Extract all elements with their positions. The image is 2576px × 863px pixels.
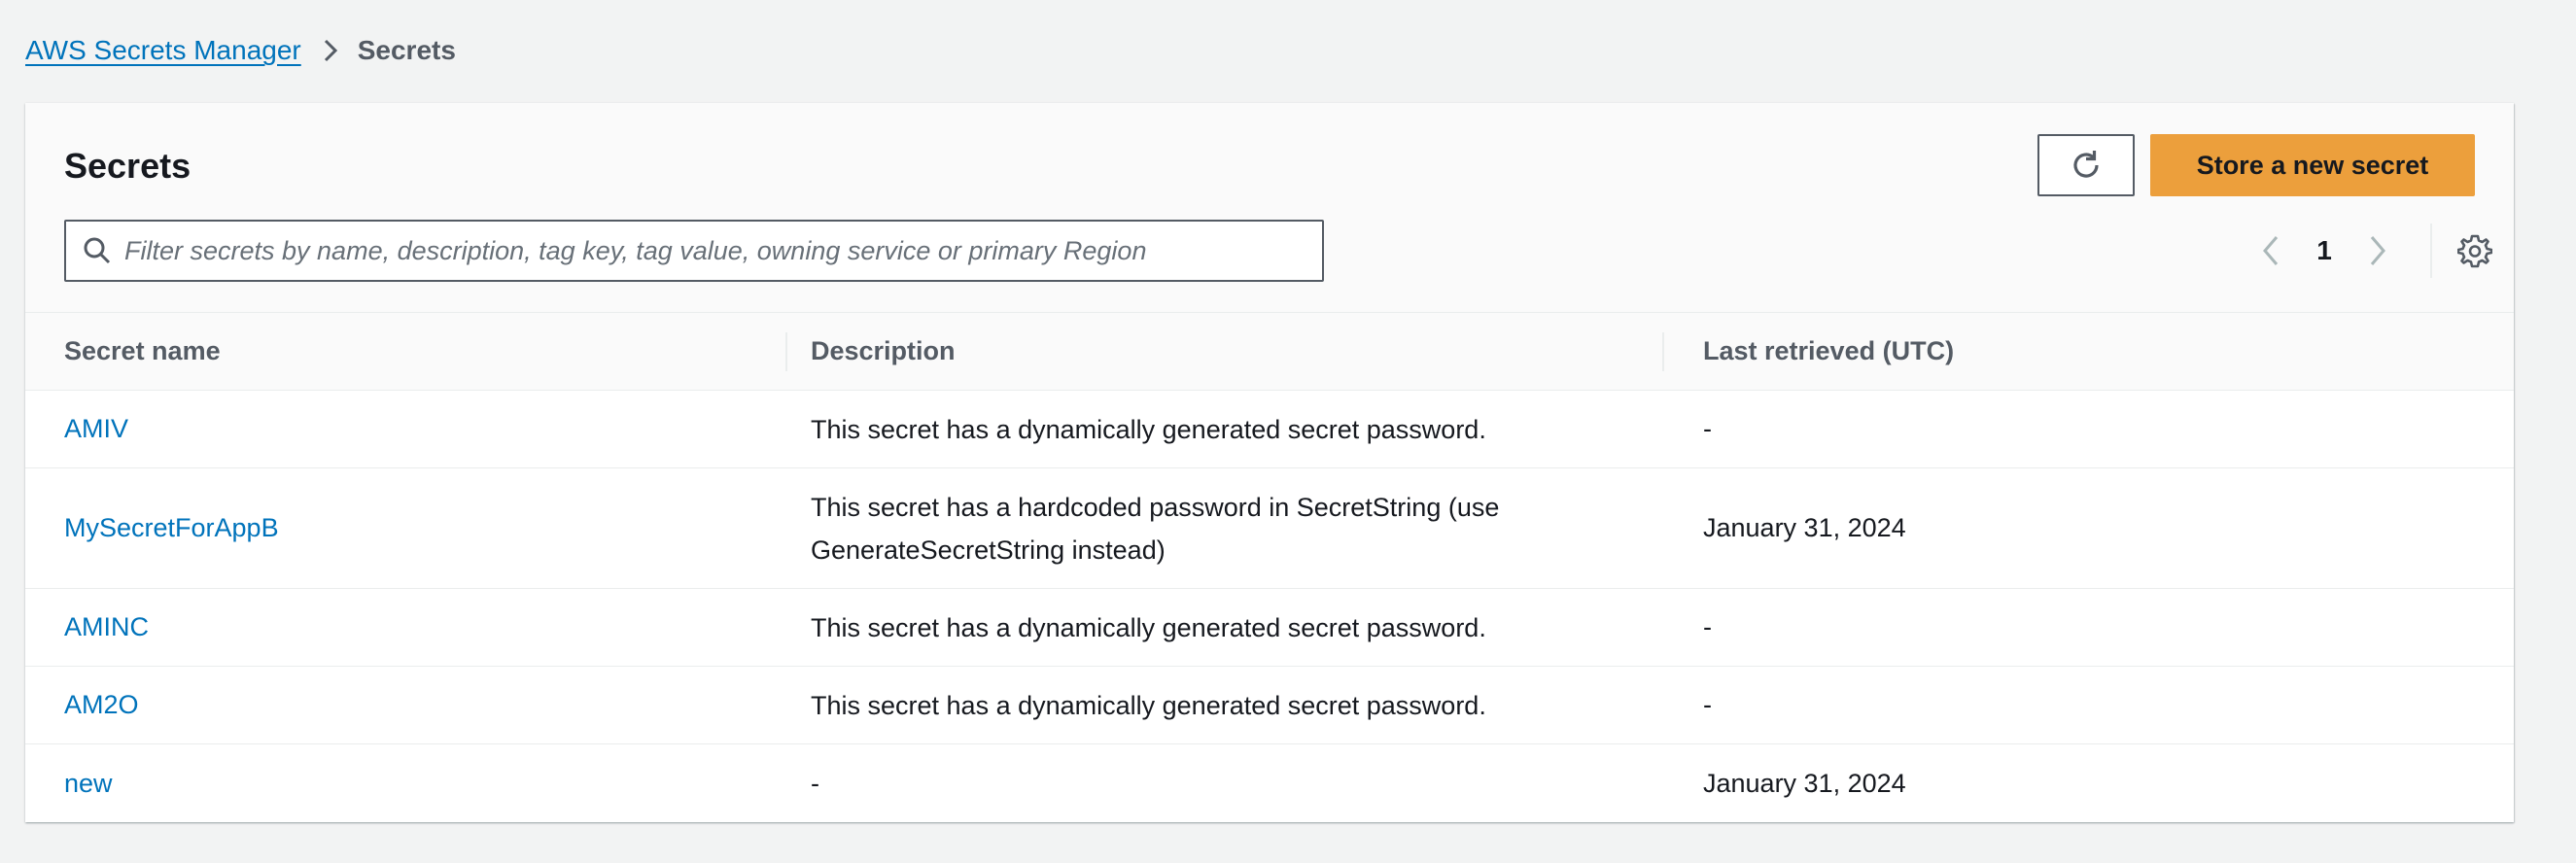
previous-page-icon[interactable] [2251, 234, 2290, 267]
last-retrieved-cell: - [1703, 690, 1712, 719]
secret-name-link[interactable]: new [64, 769, 113, 799]
description-cell: This secret has a dynamically generated … [811, 612, 1486, 642]
description-cell: This secret has a dynamically generated … [811, 414, 1486, 444]
panel-title: Secrets [64, 146, 191, 186]
secret-name-link[interactable]: MySecretForAppB [64, 513, 279, 543]
settings-gear-icon[interactable] [2457, 233, 2492, 268]
column-header-last-retrieved[interactable]: Last retrieved (UTC) [1664, 313, 2514, 390]
breadcrumb: AWS Secrets Manager Secrets [25, 33, 456, 68]
table-row: AM2O This secret has a dynamically gener… [25, 667, 2514, 744]
secrets-table: Secret name Description Last retrieved (… [25, 313, 2514, 822]
last-retrieved-cell: January 31, 2024 [1703, 513, 1906, 542]
refresh-icon [2068, 147, 2105, 184]
description-cell: This secret has a dynamically generated … [811, 690, 1486, 720]
breadcrumb-current: Secrets [357, 35, 456, 65]
table-header: Secret name Description Last retrieved (… [25, 313, 2514, 391]
column-label: Last retrieved (UTC) [1703, 336, 1955, 365]
description-cell: - [811, 769, 819, 798]
secret-name-cell: AMINC [25, 612, 787, 642]
page-number[interactable]: 1 [2290, 235, 2358, 266]
secret-name-link[interactable]: AM2O [64, 690, 139, 720]
secret-name-cell: MySecretForAppB [25, 513, 787, 543]
secret-name-cell: AM2O [25, 690, 787, 720]
column-label: Secret name [64, 336, 221, 365]
table-row: MySecretForAppB This secret has a hardco… [25, 468, 2514, 589]
secret-name-link[interactable]: AMIV [64, 414, 128, 444]
chevron-right-icon [323, 38, 338, 63]
search-icon [82, 235, 113, 266]
last-retrieved-cell: - [1703, 414, 1712, 443]
pagination: 1 [2251, 220, 2492, 282]
secret-name-cell: new [25, 769, 787, 799]
refresh-button[interactable] [2037, 134, 2135, 196]
table-row: new - January 31, 2024 [25, 744, 2514, 822]
store-new-secret-button[interactable]: Store a new secret [2150, 134, 2475, 196]
column-header-secret-name[interactable]: Secret name [25, 313, 787, 390]
secret-name-cell: AMIV [25, 414, 787, 444]
next-page-icon[interactable] [2358, 234, 2397, 267]
panel-header: Secrets Store a new secret Filter secret… [25, 103, 2514, 313]
secrets-panel: Secrets Store a new secret Filter secret… [25, 103, 2514, 822]
last-retrieved-cell: January 31, 2024 [1703, 768, 1906, 798]
pager-divider [2430, 224, 2432, 278]
column-header-description[interactable]: Description [787, 313, 1664, 390]
last-retrieved-cell: - [1703, 612, 1712, 641]
table-row: AMINC This secret has a dynamically gene… [25, 589, 2514, 667]
column-label: Description [811, 336, 956, 365]
breadcrumb-link-secrets-manager[interactable]: AWS Secrets Manager [25, 35, 301, 66]
description-cell: This secret has a hardcoded password in … [811, 492, 1500, 565]
secret-name-link[interactable]: AMINC [64, 612, 149, 642]
table-row: AMIV This secret has a dynamically gener… [25, 391, 2514, 468]
search-input[interactable] [124, 222, 1291, 280]
search-field[interactable] [64, 220, 1324, 282]
